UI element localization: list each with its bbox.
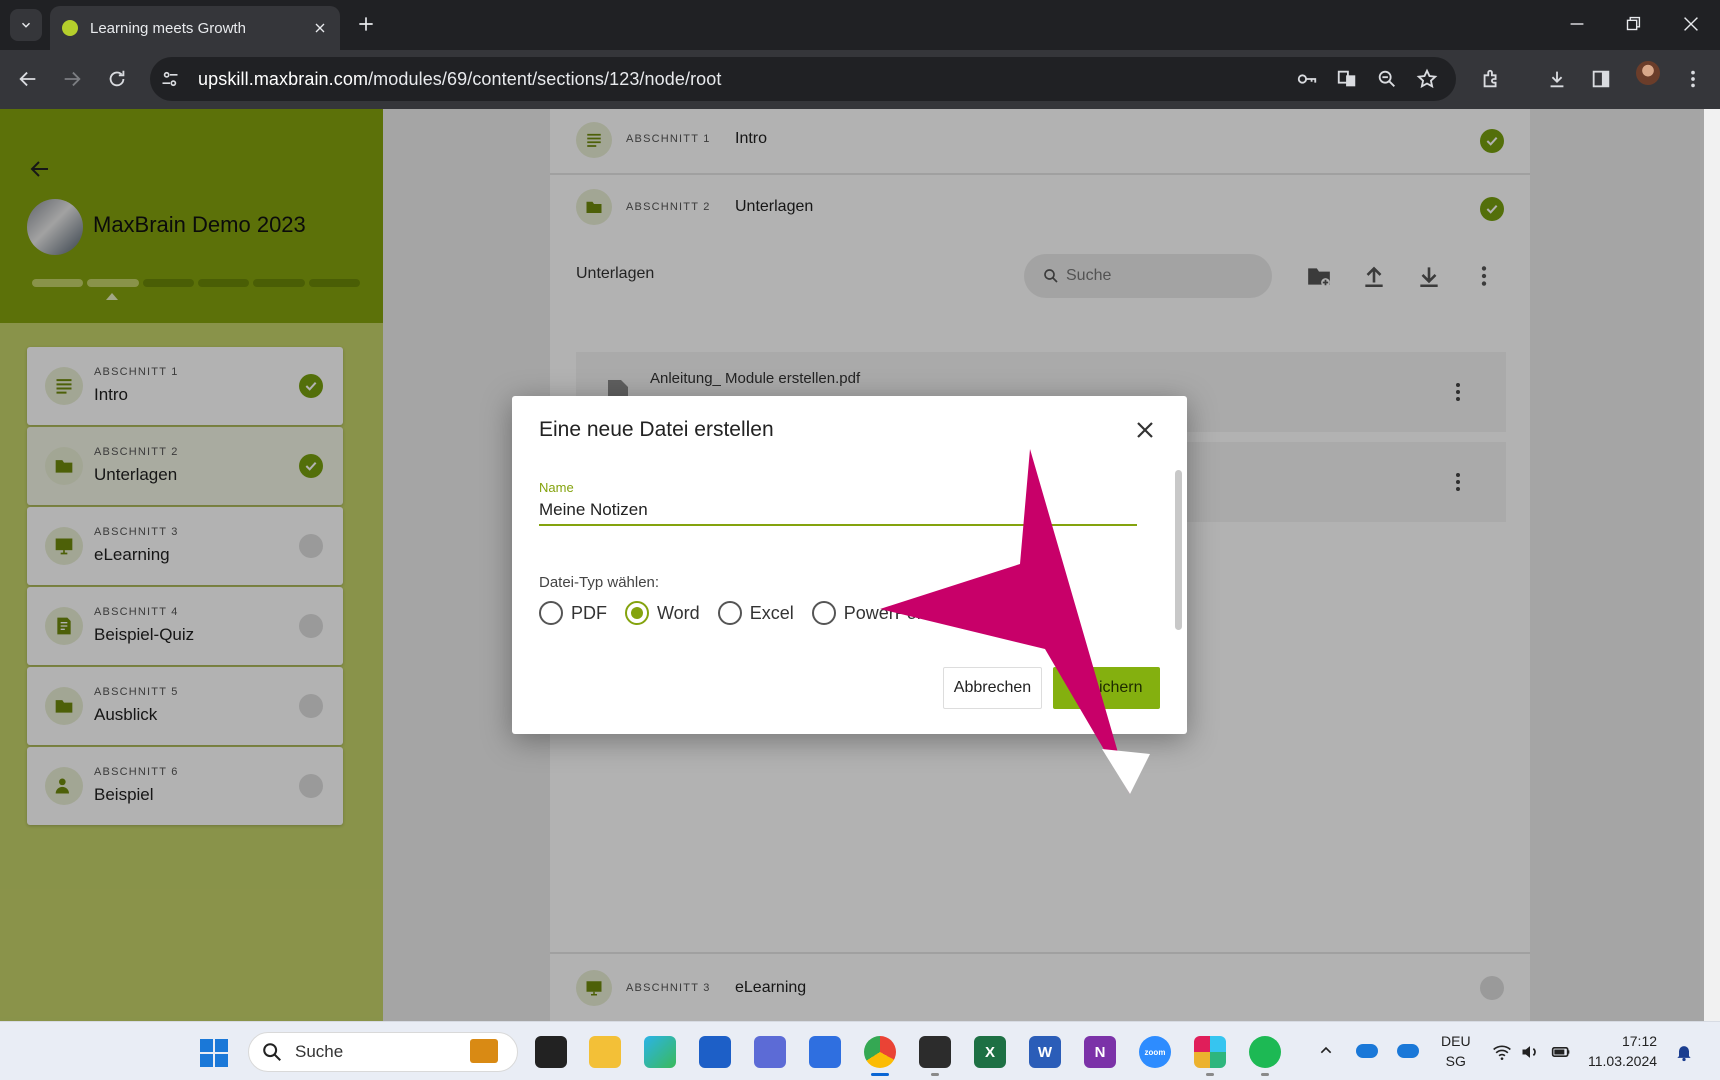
new-tab-icon[interactable] [356,14,376,34]
screen: Learning meets Growth upskill.maxbrain.c… [0,0,1720,1080]
back-icon[interactable] [17,68,39,90]
figma-icon[interactable] [919,1036,951,1068]
radio-button[interactable] [811,601,836,625]
language-code: DEU [1441,1033,1471,1049]
browser-toolbar: upskill.maxbrain.com/modules/69/content/… [0,50,1720,109]
taskbar-search-label: Suche [295,1042,344,1061]
forward-icon[interactable] [61,68,83,90]
tab-search-button[interactable] [10,9,42,41]
close-icon[interactable] [1133,418,1157,442]
radio-label: PDF [571,602,607,623]
onedrive-icon[interactable] [1356,1044,1378,1058]
radio-pdf[interactable]: PDF [539,601,607,625]
briefcase-icon[interactable] [470,1039,498,1063]
profile-avatar[interactable] [1636,61,1660,85]
radio-word[interactable]: Word [625,601,700,625]
tab-close-icon[interactable] [312,20,328,36]
zoom-icon[interactable] [1376,68,1398,90]
radio-button[interactable] [717,601,742,625]
search-icon [261,1041,283,1063]
page-scrollbar[interactable] [1704,109,1720,1021]
notification-bell-icon[interactable] [1674,1042,1694,1062]
restore-icon[interactable] [1622,13,1644,35]
chevron-down-icon [21,22,31,28]
close-window-icon[interactable] [1680,13,1702,35]
language-indicator[interactable]: DEU SG [1441,1031,1471,1071]
browser-tab[interactable]: Learning meets Growth [50,6,340,50]
battery-icon[interactable] [1550,1042,1572,1062]
side-panel-icon[interactable] [1590,68,1612,90]
web-page: MaxBrain Demo 2023 ABSCHNITT 1 Intro ABSCH… [0,109,1704,1021]
todo-icon[interactable] [809,1036,841,1068]
annotation-arrow-icon [880,449,1150,794]
zoom-icon[interactable]: zoom [1139,1036,1171,1068]
extensions-icon[interactable] [1480,68,1502,90]
site-settings-icon[interactable] [160,69,180,89]
tab-title: Learning meets Growth [90,19,246,37]
chrome-icon[interactable] [864,1036,896,1068]
windows-taskbar: Suche X W N zoom DEU SG 17:12 11.03.2024 [0,1021,1720,1080]
volume-icon[interactable] [1520,1042,1540,1062]
onenote-icon[interactable]: N [1084,1036,1116,1068]
clock-date: 11.03.2024 [1588,1053,1658,1069]
dialog-title: Eine neue Datei erstellen [539,418,774,441]
file-type-label: Datei-Typ wählen: [539,574,660,591]
affinity-icon[interactable] [754,1036,786,1068]
browser-tab-strip: Learning meets Growth [0,0,1720,50]
edge-icon[interactable] [644,1036,676,1068]
tab-favicon-icon [62,20,78,36]
radio-label: Excel [749,602,794,623]
radio-button[interactable] [625,601,649,625]
spotify-icon[interactable] [1249,1036,1281,1068]
slack-running-indicator [1206,1073,1214,1076]
tray-chevron-up-icon[interactable] [1318,1042,1334,1058]
wifi-icon[interactable] [1492,1042,1512,1062]
password-key-icon[interactable] [1296,68,1318,90]
url-text[interactable]: upskill.maxbrain.com/modules/69/content/… [198,69,722,90]
onedrive-business-icon[interactable] [1397,1044,1419,1058]
excel-icon[interactable]: X [974,1036,1006,1068]
slack-icon[interactable] [1194,1036,1226,1068]
url-path: /modules/69/content/sections/123/node/ro… [368,68,722,89]
menu-dots-icon[interactable] [1682,68,1704,90]
windows-start-icon[interactable] [200,1039,228,1067]
system-clock[interactable]: 17:12 11.03.2024 [1588,1031,1657,1071]
clock-time: 17:12 [1621,1033,1658,1049]
downloads-icon[interactable] [1546,68,1568,90]
radio-excel[interactable]: Excel [717,601,794,625]
chrome-active-indicator [871,1073,889,1076]
file-explorer-icon[interactable] [589,1036,621,1068]
radio-button[interactable] [539,601,563,625]
minimize-icon[interactable] [1566,13,1588,35]
store-icon[interactable] [699,1036,731,1068]
keyboard-layout: SG [1445,1053,1466,1069]
file-type-radio-group: PDF Word Excel PowerPoint [539,601,936,625]
address-bar[interactable]: upskill.maxbrain.com/modules/69/content/… [150,57,1456,101]
bookmark-star-icon[interactable] [1416,68,1438,90]
radio-label: Word [657,602,700,623]
figma-running-indicator [931,1073,939,1076]
translate-icon[interactable] [1336,68,1358,90]
spotify-running-indicator [1261,1073,1269,1076]
name-field-label: Name [539,480,574,495]
task-view-icon[interactable] [535,1036,567,1068]
url-domain: upskill.maxbrain.com [198,68,369,89]
word-icon[interactable]: W [1029,1036,1061,1068]
reload-icon[interactable] [106,68,128,90]
